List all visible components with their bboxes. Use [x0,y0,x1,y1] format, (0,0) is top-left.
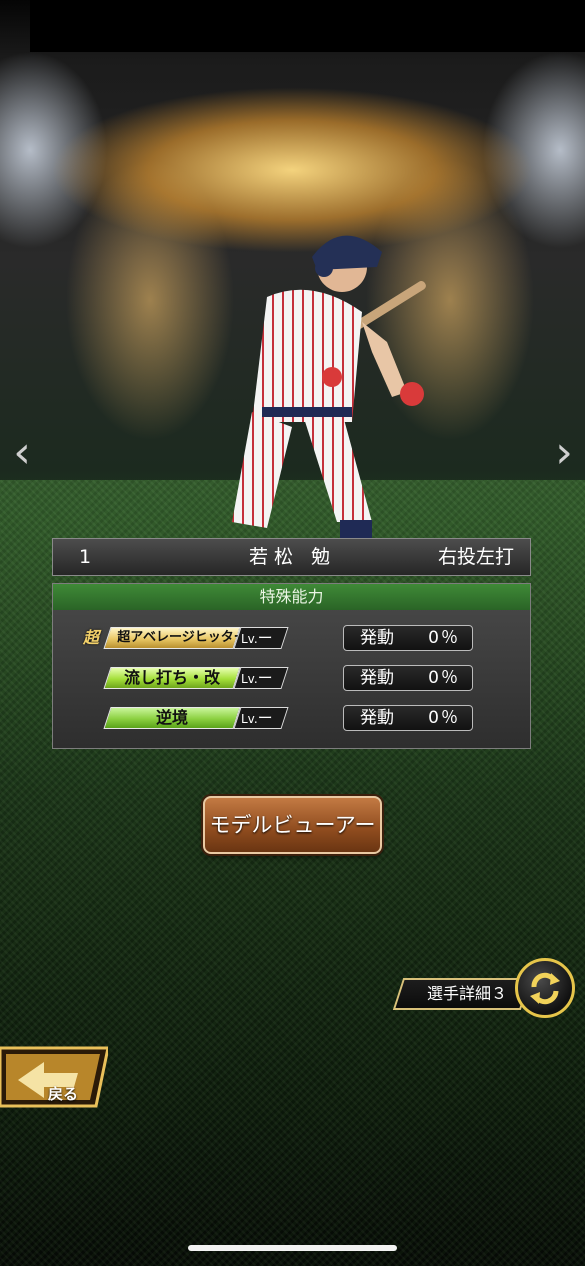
activation-rate: 発動 0％ [343,665,473,691]
home-indicator[interactable] [188,1245,397,1251]
level-text: Lv.ー [241,669,273,687]
super-badge-icon: 超 [83,628,100,647]
status-bar [30,0,585,52]
special-abilities-header: 特殊能力 [53,584,530,610]
ability-name: 逆境 [155,708,188,727]
ability-name: 流し打ち・改 [123,668,220,687]
back-label[interactable]: 戻る [48,1083,78,1104]
activation-rate: 発動 0％ [343,625,473,651]
ability-row[interactable]: 流し打ち・改 Lv.ー 発動 0％ [53,665,532,693]
activation-rate: 発動 0％ [343,705,473,731]
player-detail-label[interactable]: 選手詳細３ [408,978,526,1010]
level-text: Lv.ー [241,709,273,727]
model-viewer-button[interactable]: モデルビューアー [203,796,382,854]
ability-name: 超アベレージヒッター [117,630,247,645]
player-name-bar: 1 若松 勉 右投左打 [52,538,531,576]
level-text: Lv.ー [241,629,273,647]
throw-bat-hand: 右投左打 [437,546,514,568]
ability-row[interactable]: 逆境 Lv.ー 発動 0％ [53,705,532,733]
player-illustration [232,235,426,538]
special-abilities-panel: 特殊能力 超 超アベレージヒッター Lv.ー 発動 0％ 流し打ち・改 Lv.ー… [52,583,531,749]
next-player-chevron-right-icon[interactable]: › [544,428,584,478]
ability-row[interactable]: 超 超アベレージヒッター Lv.ー 発動 0％ [53,625,532,653]
cycle-arrows-icon[interactable] [515,958,575,1018]
prev-player-chevron-left-icon[interactable]: ‹ [2,428,42,478]
